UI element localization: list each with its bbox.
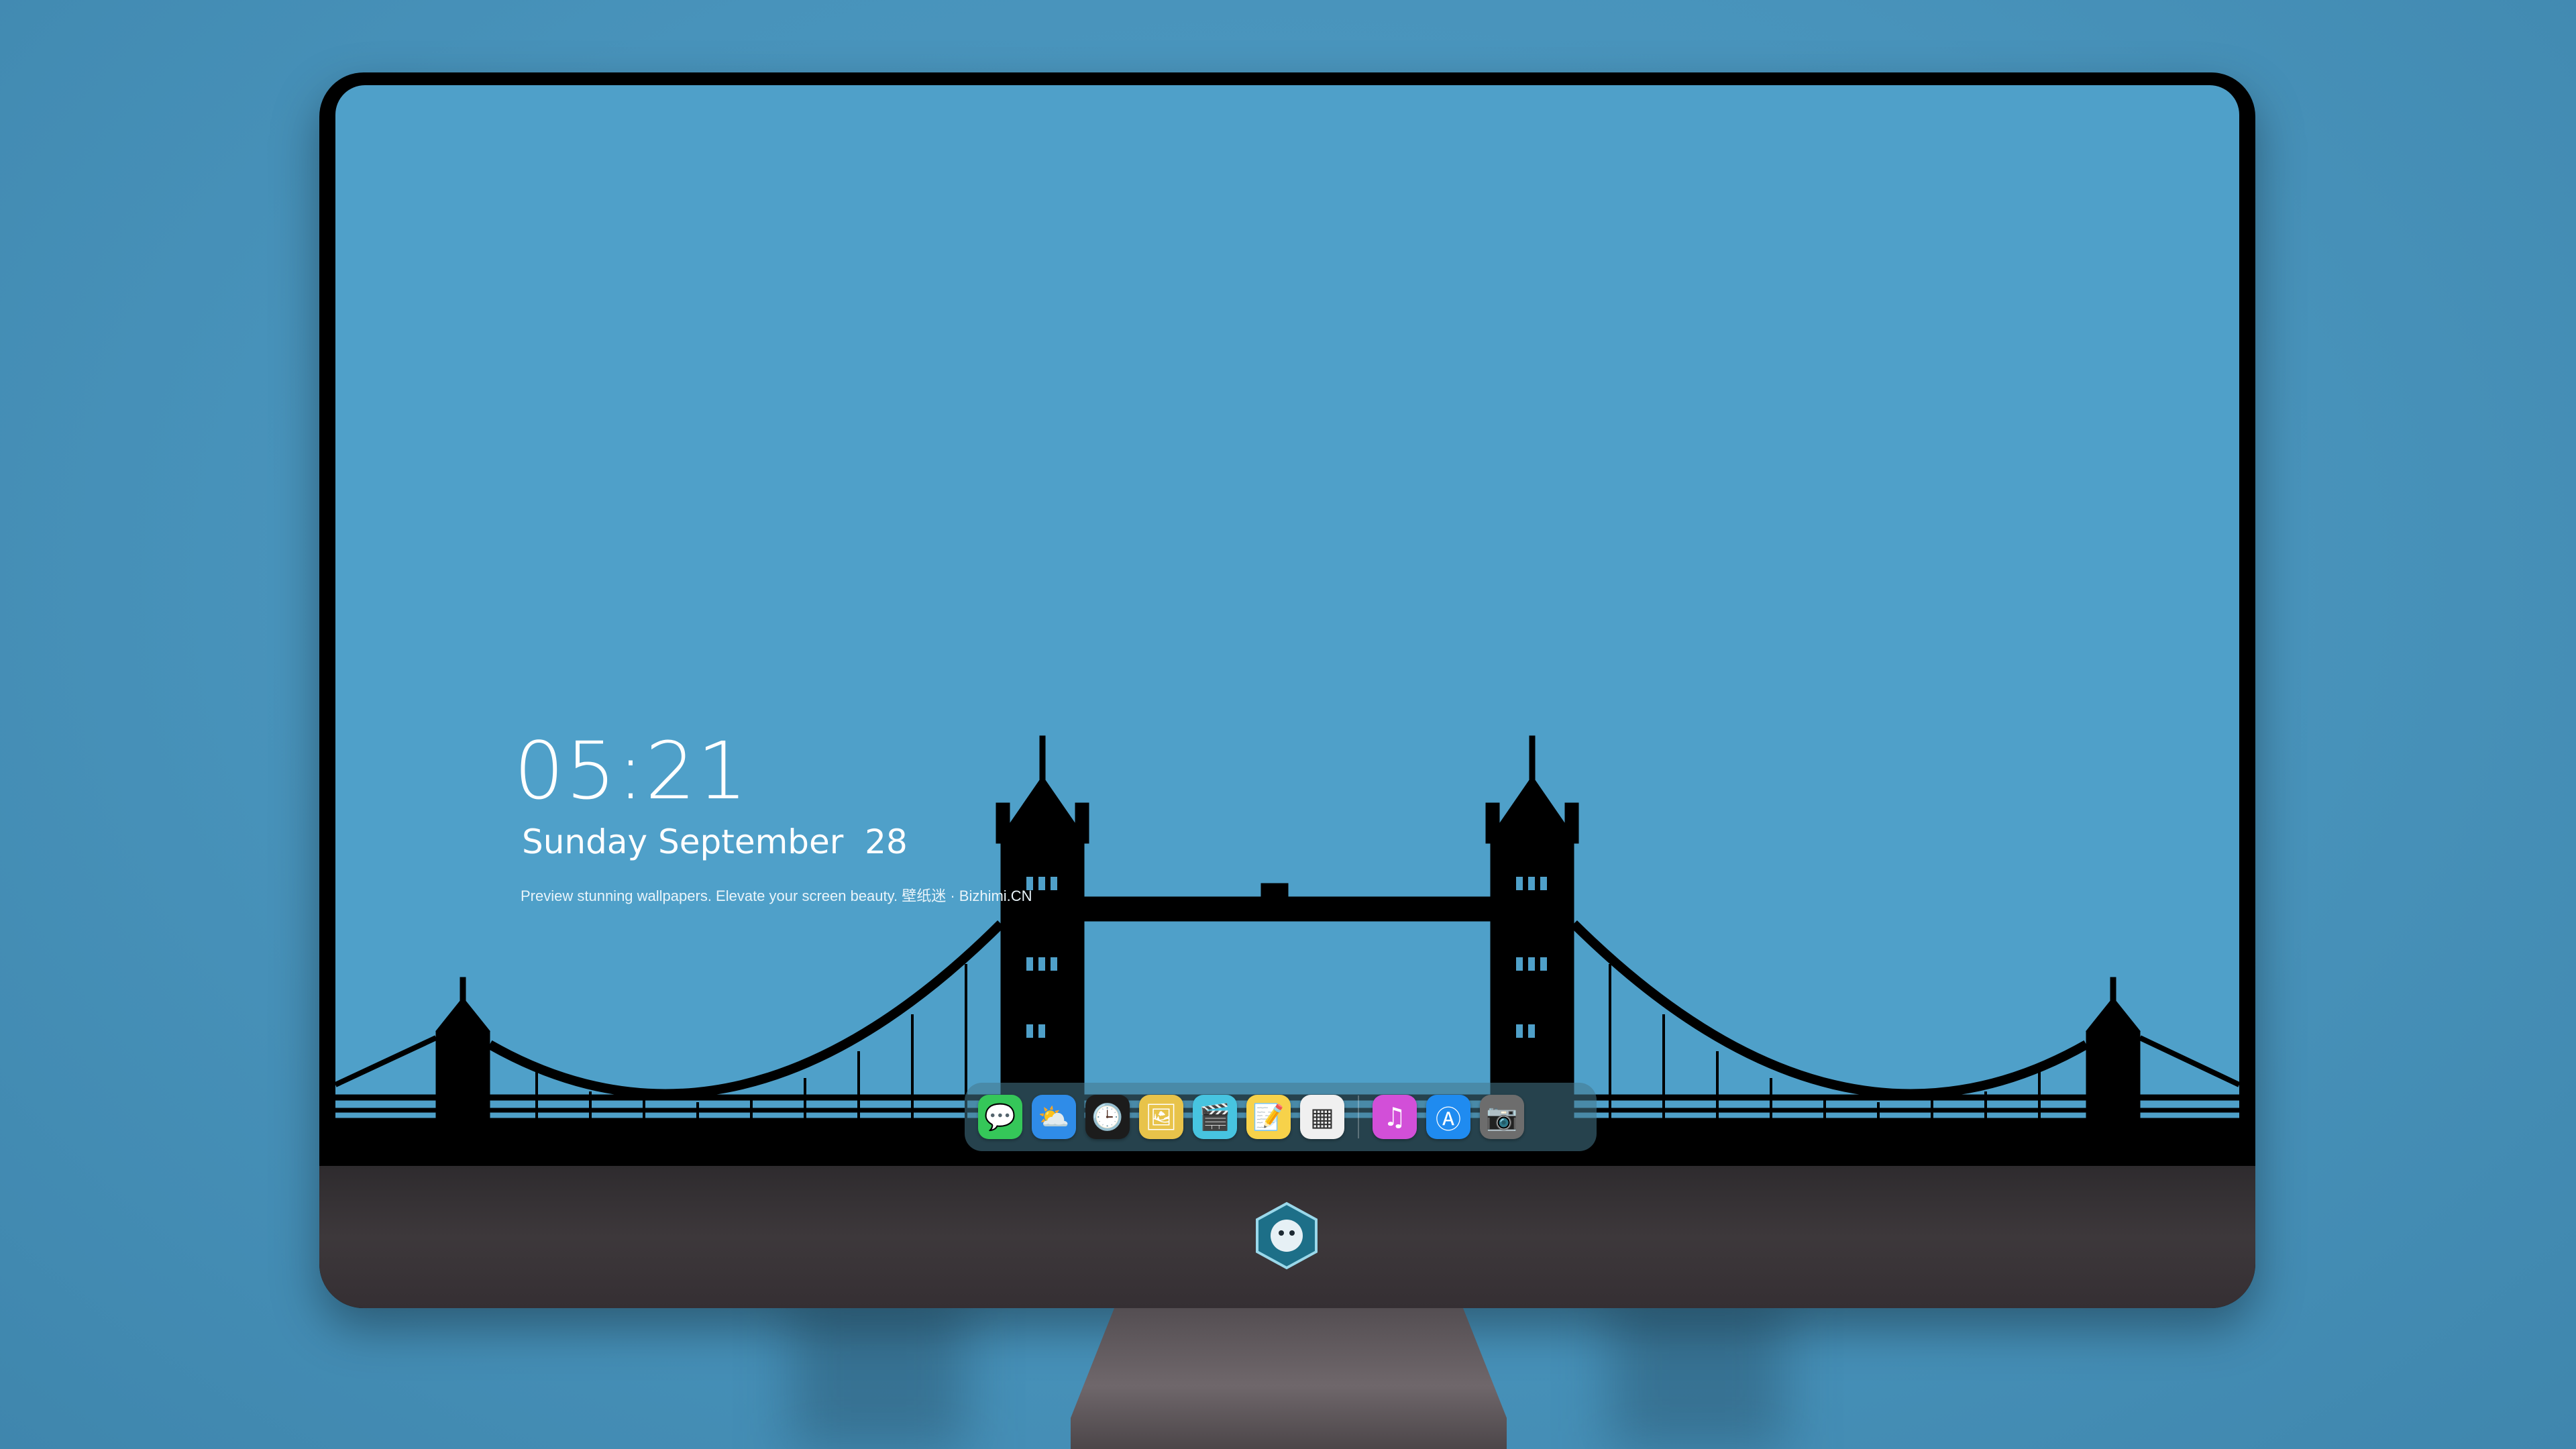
clips-icon[interactable]: 🎬 [1193,1095,1237,1139]
monitor-stand [1071,1308,1507,1449]
background-blur-shape [792,1295,966,1449]
lockscreen-time: 05:21 [514,724,749,817]
dock: 💬 ⛅ 🕒 🖼 🎬 📝 ▦ ♫ Ⓐ 📷 [965,1083,1597,1151]
lockscreen-date: Sunday September 28 [522,822,908,861]
photos-icon[interactable]: ▦ [1300,1095,1344,1139]
clock-icon[interactable]: 🕒 [1085,1095,1130,1139]
background-blur-shape [1610,1295,1784,1449]
camera-icon[interactable]: 📷 [1480,1095,1524,1139]
messages-icon[interactable]: 💬 [978,1095,1022,1139]
music-icon[interactable]: ♫ [1373,1095,1417,1139]
app-store-icon[interactable]: Ⓐ [1426,1095,1470,1139]
preview-icon[interactable]: 🖼 [1139,1095,1183,1139]
weather-icon[interactable]: ⛅ [1032,1095,1076,1139]
wallpaper-tagline: Preview stunning wallpapers. Elevate you… [521,888,1032,904]
screen [335,85,2239,1157]
tower-bridge-silhouette [335,735,2239,1157]
notes-icon[interactable]: 📝 [1246,1095,1291,1139]
dock-separator [1358,1095,1359,1138]
brand-logo-icon [1252,1201,1322,1271]
